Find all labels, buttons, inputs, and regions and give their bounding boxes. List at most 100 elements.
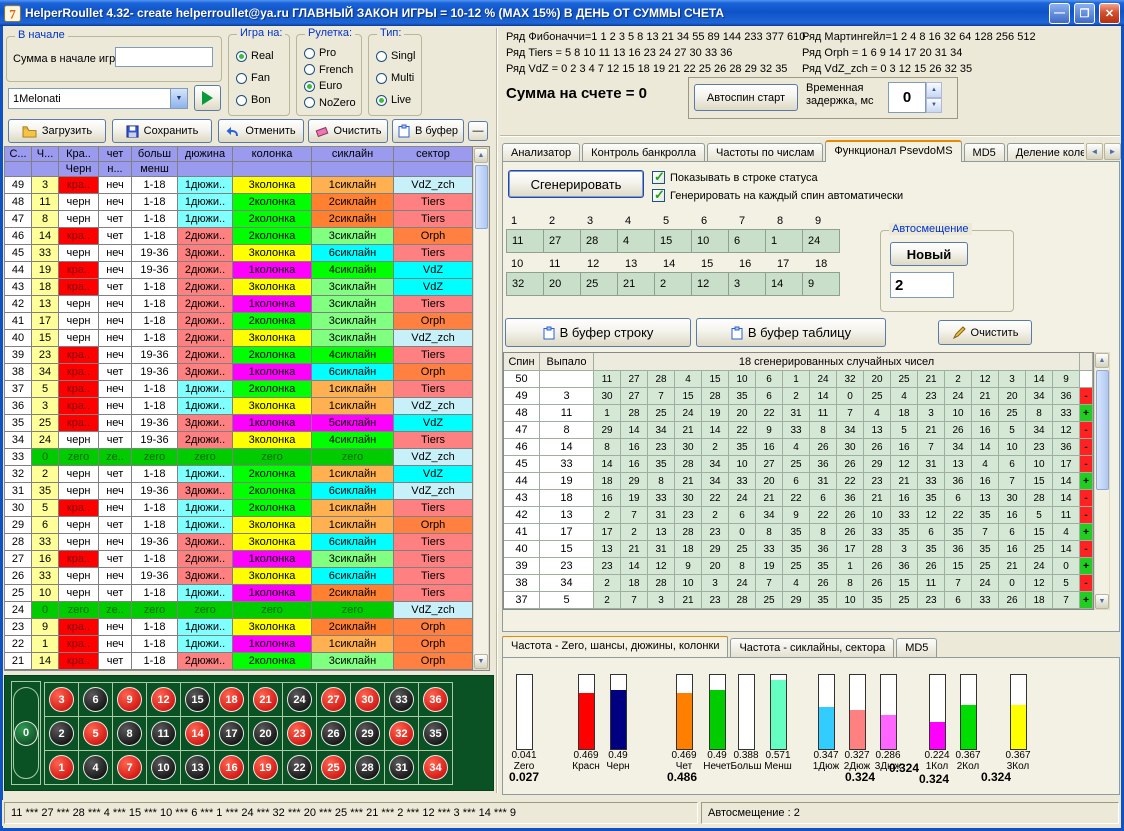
radio-multi[interactable]: Multi	[376, 71, 418, 85]
history-row-spin-47[interactable]: 478чернчет1-181дюжи..2колонка2сиклайнTie…	[5, 211, 473, 228]
radio-fan[interactable]: Fan	[236, 71, 286, 85]
grid-value-cell[interactable]: 9	[802, 272, 840, 296]
spin-down-icon[interactable]: ▼	[926, 98, 942, 114]
scroll-down-icon[interactable]: ▼	[474, 654, 488, 669]
history-row-spin-39[interactable]: 3923кра..неч19-362дюжи..2колонка4сиклайн…	[5, 347, 473, 364]
radio-bon[interactable]: Bon	[236, 93, 286, 107]
copy-table-button[interactable]: В буфер таблицу	[696, 318, 886, 347]
offset-input[interactable]: 2	[890, 272, 954, 298]
grid-value-cell[interactable]: 24	[802, 229, 840, 253]
checkbox-show-status[interactable]: Показывать в строке статуса	[652, 171, 818, 184]
history-row-spin-21[interactable]: 2114кра..чет1-182дюжи..2колонка3сиклайнO…	[5, 653, 473, 670]
scroll-up-icon[interactable]: ▲	[1095, 353, 1109, 368]
grid-value-cell[interactable]: 28	[580, 229, 618, 253]
history-row-spin-22[interactable]: 221кра..неч1-181дюжи..1колонка1сиклайнOr…	[5, 636, 473, 653]
gen-row-spin-46[interactable]: 461481623302351642630261673414102336-	[504, 439, 1093, 456]
board-cell-13[interactable]: 13	[180, 750, 215, 785]
history-row-spin-34[interactable]: 3424чернчет19-362дюжи..3колонка4сиклайнT…	[5, 432, 473, 449]
grid-value-cell[interactable]: 15	[654, 229, 692, 253]
grid-value-cell[interactable]: 21	[617, 272, 655, 296]
board-cell-2[interactable]: 2	[44, 716, 79, 751]
gen-row-spin-45[interactable]: 45331416352834102725362629123113461017-	[504, 456, 1093, 473]
history-row-spin-25[interactable]: 2510чернчет1-181дюжи..1колонка2сиклайнTi…	[5, 585, 473, 602]
gen-row-spin-42[interactable]: 4213273123263492226103312223516511-	[504, 507, 1093, 524]
radio-pro[interactable]: Pro	[304, 46, 358, 60]
scroll-up-icon[interactable]: ▲	[474, 148, 488, 163]
board-cell-1[interactable]: 1	[44, 750, 79, 785]
history-scroll-thumb[interactable]	[475, 165, 488, 229]
board-cell-25[interactable]: 25	[316, 750, 351, 785]
board-cell-17[interactable]: 17	[214, 716, 249, 751]
load-button[interactable]: Загрузить	[8, 119, 106, 143]
gen-row-spin-47[interactable]: 47829143421142293383413521261653412-	[504, 422, 1093, 439]
board-cell-22[interactable]: 22	[282, 750, 317, 785]
board-cell-26[interactable]: 26	[316, 716, 351, 751]
grid-value-cell[interactable]: 27	[543, 229, 581, 253]
new-button[interactable]: Новый	[890, 242, 968, 266]
board-cell-18[interactable]: 18	[214, 682, 249, 717]
radio-live[interactable]: Live	[376, 93, 418, 107]
history-row-spin-28[interactable]: 2833черннеч19-363дюжи..3колонка6сиклайнT…	[5, 534, 473, 551]
board-cell-35[interactable]: 35	[418, 716, 453, 751]
gen-row-spin-38[interactable]: 38342182810324742682615117240125-	[504, 575, 1093, 592]
spin-up-icon[interactable]: ▲	[926, 82, 942, 98]
grid-value-cell[interactable]: 14	[765, 272, 803, 296]
history-row-spin-30[interactable]: 305кра..неч1-181дюжи..2колонка1сиклайнTi…	[5, 500, 473, 517]
start-sum-input[interactable]	[115, 47, 213, 67]
tab-4[interactable]: Функционал PsevdoMS	[825, 140, 961, 162]
history-row-spin-27[interactable]: 2716кра..чет1-182дюжи..1колонка3сиклайнT…	[5, 551, 473, 568]
board-cell-28[interactable]: 28	[350, 750, 385, 785]
board-cell-14[interactable]: 14	[180, 716, 215, 751]
clear-button[interactable]: Очистить	[308, 119, 388, 143]
board-cell-36[interactable]: 36	[418, 682, 453, 717]
board-cell-7[interactable]: 7	[112, 750, 147, 785]
grid-value-cell[interactable]: 11	[506, 229, 544, 253]
board-cell-20[interactable]: 20	[248, 716, 283, 751]
play-button[interactable]	[194, 85, 221, 111]
board-cell-27[interactable]: 27	[316, 682, 351, 717]
board-cell-31[interactable]: 31	[384, 750, 419, 785]
tab-scroll-right-icon[interactable]: ►	[1104, 143, 1121, 160]
checkbox-auto-generate[interactable]: Генерировать на каждый спин автоматическ…	[652, 189, 903, 202]
board-cell-21[interactable]: 21	[248, 682, 283, 717]
board-cell-19[interactable]: 19	[248, 750, 283, 785]
clear-generated-button[interactable]: Очистить	[938, 320, 1032, 345]
gen-row-spin-44[interactable]: 4419182982134332063122232133361671514+	[504, 473, 1093, 490]
board-cell-zero[interactable]: 0	[11, 681, 41, 785]
radio-french[interactable]: French	[304, 63, 358, 77]
tab-6[interactable]: Деление колеса на	[1007, 143, 1084, 162]
checkbox-checked-icon[interactable]	[652, 171, 665, 184]
tab-5[interactable]: MD5	[964, 143, 1005, 162]
board-cell-32[interactable]: 32	[384, 716, 419, 751]
history-row-spin-24[interactable]: 240zeroze..zerozerozerozeroVdZ_zch	[5, 602, 473, 619]
gen-row-spin-41[interactable]: 41171721328230835826333563576154+	[504, 524, 1093, 541]
history-row-spin-32[interactable]: 322чернчет1-181дюжи..2колонка1сиклайнVdZ	[5, 466, 473, 483]
board-cell-10[interactable]: 10	[146, 750, 181, 785]
board-cell-9[interactable]: 9	[112, 682, 147, 717]
history-row-spin-45[interactable]: 4533черннеч19-363дюжи..3колонка6сиклайнT…	[5, 245, 473, 262]
history-row-spin-33[interactable]: 330zeroze..zerozerozerozeroVdZ_zch	[5, 449, 473, 466]
board-cell-24[interactable]: 24	[282, 682, 317, 717]
history-row-spin-43[interactable]: 4318кра..чет1-182дюжи..3колонка3сиклайнV…	[5, 279, 473, 296]
history-scrollbar[interactable]: ▲ ▼	[473, 147, 489, 670]
grid-value-cell[interactable]: 3	[728, 272, 766, 296]
grid-value-cell[interactable]: 20	[543, 272, 581, 296]
history-row-spin-36[interactable]: 363кра..неч1-181дюжи..3колонка1сиклайнVd…	[5, 398, 473, 415]
gen-row-spin-37[interactable]: 3752732123282529351035252363326187+	[504, 592, 1093, 609]
radio-singl[interactable]: Singl	[376, 49, 418, 63]
copy-buffer-button[interactable]: В буфер	[392, 119, 464, 143]
radio-real[interactable]: Real	[236, 49, 286, 63]
tab-1[interactable]: Анализатор	[502, 143, 580, 162]
generated-table-scrollbar[interactable]: ▲ ▼	[1094, 352, 1110, 610]
strategy-combobox[interactable]: 1Melonati ▼	[8, 88, 188, 109]
grid-value-cell[interactable]: 4	[617, 229, 655, 253]
grid-value-cell[interactable]: 2	[654, 272, 692, 296]
board-cell-16[interactable]: 16	[214, 750, 249, 785]
board-cell-5[interactable]: 5	[78, 716, 113, 751]
freq-tab-1[interactable]: Частота - Zero, шансы, дюжины, колонки	[502, 636, 728, 657]
undo-button[interactable]: Отменить	[218, 119, 304, 143]
checkbox-checked-icon[interactable]	[652, 189, 665, 202]
freq-tab-2[interactable]: Частота - сиклайны, сектора	[730, 638, 894, 657]
history-row-spin-29[interactable]: 296чернчет1-181дюжи..3колонка1сиклайнOrp…	[5, 517, 473, 534]
history-row-spin-44[interactable]: 4419кра..неч19-362дюжи..1колонка4сиклайн…	[5, 262, 473, 279]
